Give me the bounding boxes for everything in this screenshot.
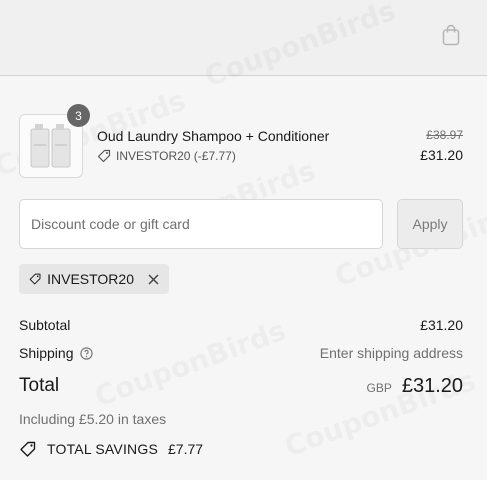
shipping-label: Shipping bbox=[19, 345, 74, 361]
shopping-bag-icon bbox=[442, 24, 460, 46]
header-bar bbox=[0, 0, 487, 76]
tag-icon bbox=[29, 273, 41, 285]
subtotal-value: £31.20 bbox=[420, 317, 463, 333]
original-price: £38.97 bbox=[426, 128, 463, 142]
taxes-note: Including £5.20 in taxes bbox=[19, 411, 167, 427]
shipping-label-group: Shipping bbox=[19, 345, 93, 361]
savings-tag-icon bbox=[20, 441, 36, 457]
subtotal-row: Subtotal £31.20 bbox=[19, 317, 463, 333]
discount-code-input[interactable] bbox=[19, 199, 383, 249]
cart-line-item: 3 Oud Laundry Shampoo + Conditioner INVE… bbox=[19, 104, 463, 178]
shipping-row: Shipping Enter shipping address bbox=[19, 345, 463, 361]
order-summary: CouponBirds CouponBirds CouponBirds Coup… bbox=[0, 77, 487, 480]
applied-discount-chip: INVESTOR20 bbox=[19, 264, 169, 294]
item-discount: INVESTOR20 (-£7.77) bbox=[97, 149, 236, 163]
savings-value: £7.77 bbox=[168, 441, 204, 457]
total-amount-group: GBP £31.20 bbox=[366, 375, 463, 398]
subtotal-label: Subtotal bbox=[19, 317, 71, 333]
total-label: Total bbox=[19, 375, 60, 396]
remove-discount-button[interactable] bbox=[148, 273, 159, 285]
savings-label: TOTAL SAVINGS bbox=[47, 441, 158, 457]
item-discount-text: INVESTOR20 (-£7.77) bbox=[116, 149, 236, 163]
final-price: £31.20 bbox=[420, 147, 463, 163]
currency-code: GBP bbox=[366, 380, 392, 395]
product-title: Oud Laundry Shampoo + Conditioner bbox=[97, 128, 330, 144]
applied-code-label: INVESTOR20 bbox=[47, 271, 134, 287]
shipping-value: Enter shipping address bbox=[319, 345, 463, 361]
total-value: £31.20 bbox=[401, 374, 463, 397]
close-icon bbox=[148, 273, 159, 285]
total-row: Total GBP £31.20 bbox=[19, 373, 463, 399]
quantity-badge: 3 bbox=[67, 104, 90, 127]
product-thumbnail: 3 bbox=[19, 104, 90, 178]
tag-icon bbox=[97, 149, 111, 163]
cart-bag-button[interactable] bbox=[438, 22, 464, 48]
total-savings: TOTAL SAVINGS £7.77 bbox=[19, 441, 203, 457]
help-icon[interactable] bbox=[79, 346, 93, 360]
apply-button[interactable]: Apply bbox=[397, 199, 463, 249]
